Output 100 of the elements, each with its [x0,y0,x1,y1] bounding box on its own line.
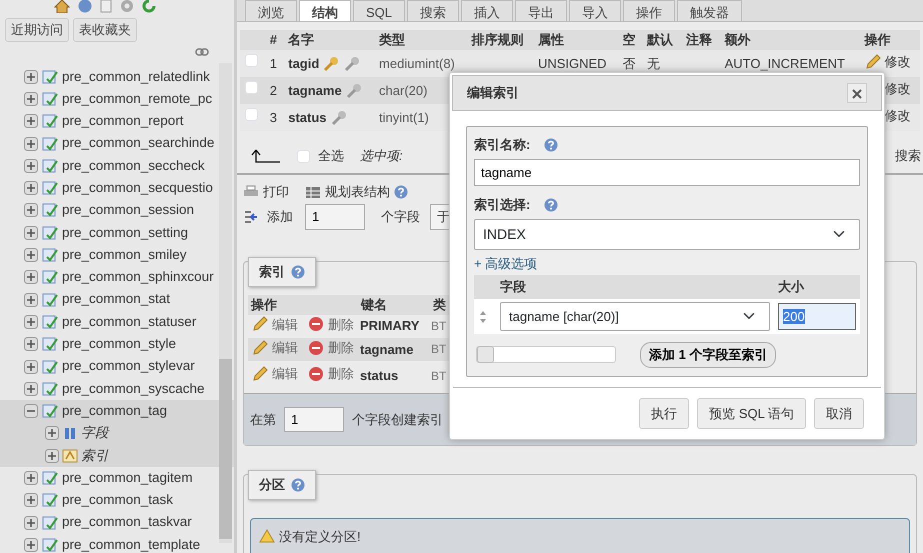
expand-icon[interactable] [24,538,38,552]
tab[interactable]: 导入 [569,0,622,21]
dialog-button[interactable]: 预览 SQL 语句 [697,398,806,429]
slider-track[interactable] [476,346,616,364]
tab[interactable]: 操作 [623,0,676,21]
table-item[interactable]: pre_common_searchinde [62,133,214,154]
plan-structure-link[interactable]: 规划表结构 [325,182,390,202]
expand-icon[interactable] [24,337,38,352]
scrollbar-thumb[interactable] [219,359,232,539]
link-icon[interactable] [195,48,209,56]
edit-link[interactable]: 编辑 [272,314,298,334]
expand-icon[interactable] [24,516,38,530]
pencil-icon [864,54,881,70]
dialog-button[interactable]: 执行 [639,398,690,429]
table-item[interactable]: pre_common_task [62,490,174,510]
table-item[interactable]: pre_common_session [62,200,194,221]
delete-link[interactable]: 删除 [328,314,354,334]
collapse-icon[interactable] [24,404,38,418]
expand-icon[interactable] [24,92,38,106]
reload-icon[interactable] [142,0,156,13]
expand-icon[interactable] [24,136,38,151]
tab[interactable]: 浏览 [245,0,297,21]
expand-icon[interactable] [24,493,38,508]
table-item[interactable]: pre_common_stylevar [62,356,195,377]
search-link[interactable]: 搜索 [895,146,921,166]
check-all-label[interactable]: 全选 [318,146,344,166]
expand-icon[interactable] [24,292,38,307]
expand-icon[interactable] [24,248,38,262]
check-all-checkbox[interactable] [297,150,310,162]
column-select[interactable]: tagname [char(20)] [500,302,770,331]
expand-icon[interactable] [24,203,38,218]
column-header: 默认 [642,30,681,50]
expand-icon[interactable] [24,360,38,374]
row-checkbox[interactable] [245,108,258,121]
edit-link[interactable]: 编辑 [272,364,298,384]
table-item[interactable]: pre_common_setting [62,222,188,243]
table-item[interactable]: pre_common_stat [62,289,170,310]
table-item[interactable]: pre_common_relatedlink [62,66,210,87]
add-column-button[interactable]: 添加 1 个字段至索引 [640,342,776,368]
change-link[interactable]: 修改 [884,106,911,126]
index-type-select[interactable]: INDEX [474,218,860,250]
expand-icon[interactable] [24,270,38,284]
expand-icon[interactable] [24,114,38,128]
section-title: 索引 [259,263,285,281]
table-item[interactable]: pre_common_tagitem [62,468,193,488]
home-icon[interactable] [54,0,70,13]
table-item[interactable]: pre_common_remote_pc [62,88,212,110]
table-item[interactable]: pre_common_style [62,334,176,354]
sidebar-button[interactable]: 近期访问 [5,18,69,42]
expand-icon[interactable] [24,70,38,84]
scrollbar[interactable] [219,63,232,543]
index-name-field[interactable]: tagname [474,158,860,186]
tab[interactable]: 搜索 [407,0,460,21]
tab[interactable]: SQL [353,0,406,21]
tree-item[interactable]: 字段 [81,423,109,444]
expand-icon[interactable] [24,226,38,240]
slider-thumb[interactable] [477,346,494,364]
count-field[interactable]: 1 [305,204,365,230]
tree-item[interactable]: 索引 [81,446,109,466]
delete-link[interactable]: 删除 [328,338,354,358]
table-item[interactable]: pre_common_seccheck [62,156,205,176]
table-item[interactable]: pre_common_statuser [62,312,196,332]
table-item[interactable]: pre_common_sphinxcour [62,267,214,288]
expand-icon[interactable] [24,470,38,485]
table-item[interactable]: pre_common_taskvar [62,512,192,533]
expand-icon[interactable] [24,181,38,196]
column-header: 键名 [358,294,430,314]
tab[interactable]: 触发器 [677,0,742,21]
row-checkbox[interactable] [245,80,258,94]
warning-icon [259,529,275,544]
table-item[interactable]: pre_common_smiley [62,244,187,266]
sort-handle-icon[interactable] [478,310,488,324]
section-title: 分区 [259,476,285,494]
change-link[interactable]: 修改 [884,52,911,72]
table-icon [41,202,59,218]
tab[interactable]: 导出 [515,0,568,21]
tab[interactable]: 插入 [461,0,514,21]
table-item[interactable]: pre_common_secquestio [62,178,213,198]
expand-icon[interactable] [24,158,38,173]
print-link[interactable]: 打印 [263,182,289,202]
expand-icon[interactable] [45,448,59,463]
printer-icon [243,185,259,199]
tab[interactable]: 结构 [299,0,351,21]
close-button[interactable] [847,83,867,103]
remove-icon [308,366,324,382]
table-item[interactable]: pre_common_report [62,111,184,132]
sidebar-button[interactable]: 表收藏夹 [73,18,137,42]
advanced-options-link[interactable]: + 高级选项 [474,254,538,273]
expand-icon[interactable] [24,382,38,396]
edit-link[interactable]: 编辑 [272,338,298,358]
expand-icon[interactable] [24,314,38,329]
table-cell: BT [430,338,450,361]
count-field[interactable]: 1 [284,406,344,432]
delete-link[interactable]: 删除 [328,364,354,384]
row-checkbox[interactable] [245,54,258,67]
table-item[interactable]: pre_common_syscache [62,378,205,399]
size-field[interactable]: 200 [778,302,856,330]
table-item[interactable]: pre_common_template [62,534,200,553]
expand-icon[interactable] [45,426,59,440]
dialog-button[interactable]: 取消 [814,398,864,429]
